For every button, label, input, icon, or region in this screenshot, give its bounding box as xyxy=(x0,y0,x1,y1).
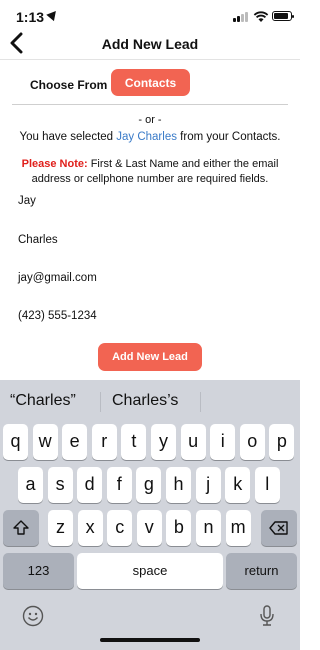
key-c[interactable]: c xyxy=(107,510,133,546)
key-z[interactable]: z xyxy=(48,510,73,546)
key-w[interactable]: w xyxy=(32,424,58,460)
suggestion-bar: “Charles” Charles’s xyxy=(0,380,300,424)
key-a[interactable]: a xyxy=(18,467,43,503)
key-j[interactable]: j xyxy=(195,467,221,503)
or-separator: - or - xyxy=(138,114,162,126)
status-time: 1:13 xyxy=(16,9,45,25)
phone-field[interactable]: (423) 555-1234 xyxy=(18,310,278,322)
selected-prefix: You have selected xyxy=(19,131,117,143)
keyboard: “Charles” Charles’s qwertyuiop asdfghjkl z… xyxy=(0,380,300,650)
key-u[interactable]: u xyxy=(180,424,206,460)
numbers-key[interactable]: 123 xyxy=(3,553,74,589)
note-label: Please Note: xyxy=(21,158,88,170)
contacts-button[interactable]: Contacts xyxy=(111,69,190,96)
key-v[interactable]: v xyxy=(136,510,162,546)
nav-divider xyxy=(0,59,300,60)
suggestion-divider xyxy=(200,392,201,412)
section-divider xyxy=(12,104,288,105)
key-q[interactable]: q xyxy=(3,424,28,460)
suggestion-divider xyxy=(100,392,101,412)
selected-contact-name[interactable]: Jay Charles xyxy=(116,131,177,143)
selected-contact-message: You have selected Jay Charles from your … xyxy=(0,131,300,143)
space-key[interactable]: space xyxy=(77,553,223,589)
key-k[interactable]: k xyxy=(225,467,251,503)
backspace-icon xyxy=(269,521,288,535)
email-field[interactable]: jay@gmail.com xyxy=(18,272,278,284)
key-g[interactable]: g xyxy=(136,467,162,503)
suggestion-1[interactable]: “Charles” xyxy=(10,392,76,410)
key-e[interactable]: e xyxy=(62,424,88,460)
suggestion-2[interactable]: Charles’s xyxy=(112,392,178,410)
add-new-lead-button[interactable]: Add New Lead xyxy=(98,343,202,371)
key-n[interactable]: n xyxy=(196,510,221,546)
key-h[interactable]: h xyxy=(166,467,191,503)
key-l[interactable]: l xyxy=(254,467,280,503)
microphone-icon[interactable] xyxy=(258,604,276,628)
key-m[interactable]: m xyxy=(225,510,251,546)
key-t[interactable]: t xyxy=(121,424,147,460)
emoji-icon[interactable] xyxy=(22,605,44,627)
backspace-key[interactable] xyxy=(261,510,297,546)
key-f[interactable]: f xyxy=(106,467,132,503)
key-r[interactable]: r xyxy=(91,424,117,460)
shift-key[interactable] xyxy=(3,510,39,546)
key-d[interactable]: d xyxy=(77,467,103,503)
home-indicator xyxy=(100,638,200,642)
location-arrow-icon xyxy=(46,7,60,22)
first-name-field[interactable]: Jay xyxy=(18,195,278,207)
choose-from-label: Choose From xyxy=(30,78,108,92)
required-fields-note: Please Note: First & Last Name and eithe… xyxy=(8,157,292,187)
return-key[interactable]: return xyxy=(226,553,297,589)
key-p[interactable]: p xyxy=(269,424,295,460)
wifi-icon xyxy=(253,11,269,22)
key-s[interactable]: s xyxy=(47,467,73,503)
key-i[interactable]: i xyxy=(210,424,236,460)
status-bar: 1:13 xyxy=(0,0,300,32)
page-title: Add New Lead xyxy=(101,36,199,52)
signal-icon xyxy=(233,12,249,22)
battery-icon xyxy=(272,11,294,21)
key-o[interactable]: o xyxy=(239,424,265,460)
nav-bar: Add New Lead xyxy=(0,30,300,58)
key-b[interactable]: b xyxy=(166,510,192,546)
selected-suffix: from your Contacts. xyxy=(176,131,281,143)
last-name-field[interactable]: Charles xyxy=(18,234,278,246)
key-x[interactable]: x xyxy=(77,510,103,546)
key-y[interactable]: y xyxy=(151,424,176,460)
shift-icon xyxy=(13,520,29,535)
